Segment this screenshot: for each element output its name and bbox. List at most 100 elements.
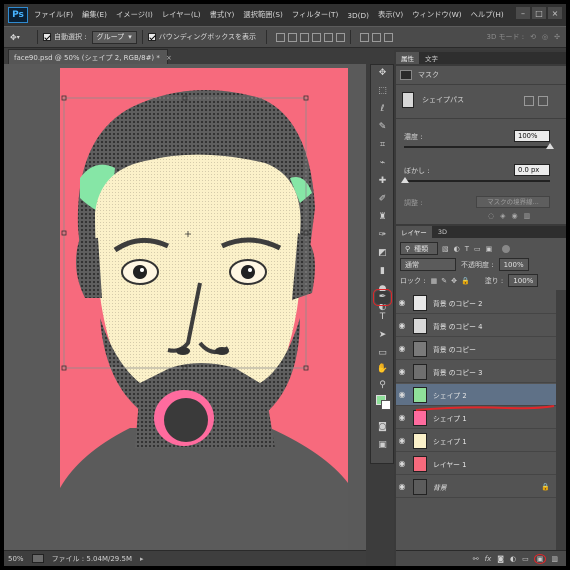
document-canvas[interactable] xyxy=(60,68,348,552)
select-pixel-mask-icon[interactable] xyxy=(524,96,534,106)
crop-icon[interactable]: ⌗ xyxy=(375,139,390,152)
align-right-icon[interactable] xyxy=(336,32,346,42)
layer-row[interactable]: ◉ 背景 のコピー xyxy=(396,338,556,360)
tab-character[interactable]: 文字 xyxy=(420,52,443,64)
clone-stamp-icon[interactable]: ♜ xyxy=(375,211,390,224)
lock-position-icon[interactable]: ✥ xyxy=(451,277,457,285)
menu-window[interactable]: ウィンドウ(W) xyxy=(412,10,461,20)
eraser-icon[interactable]: ◩ xyxy=(375,247,390,260)
path-select-icon[interactable]: ➤ xyxy=(375,329,390,342)
eye-icon[interactable]: ◉ xyxy=(396,367,408,376)
tool-preset-picker[interactable]: ✥ ▾ xyxy=(10,30,32,44)
feather-input[interactable]: 0.0 px xyxy=(514,164,550,176)
lock-transparent-icon[interactable]: ▦ xyxy=(431,277,438,285)
filter-adjust-icon[interactable]: ◐ xyxy=(454,245,460,253)
load-selection-icon[interactable]: ◌ xyxy=(488,212,494,220)
filter-pixel-icon[interactable]: ▧ xyxy=(442,245,449,253)
opacity-input[interactable]: 100% xyxy=(498,258,529,271)
zoom-level[interactable]: 50% xyxy=(8,555,24,563)
align-middle-icon[interactable] xyxy=(288,32,298,42)
filter-type-icon[interactable]: T xyxy=(465,245,469,253)
layer-row[interactable]: ◉ 背景 のコピー 3 xyxy=(396,361,556,383)
folder-icon[interactable]: ▭ xyxy=(522,555,529,563)
delete-mask-icon[interactable]: ▥ xyxy=(524,212,531,220)
healing-brush-icon[interactable]: ✚ xyxy=(375,175,390,188)
menu-layer[interactable]: レイヤー(L) xyxy=(162,10,201,20)
auto-select-checkbox[interactable] xyxy=(43,33,51,41)
density-slider[interactable] xyxy=(404,146,550,148)
lock-image-icon[interactable]: ✎ xyxy=(441,277,447,285)
lasso-icon[interactable]: ℓ xyxy=(375,103,390,116)
eye-icon[interactable]: ◉ xyxy=(396,459,408,468)
menu-help[interactable]: ヘルプ(H) xyxy=(471,10,504,20)
brush-icon[interactable]: ✐ xyxy=(375,193,390,206)
fx-icon[interactable]: fx xyxy=(485,555,492,563)
layer-filter-dropdown[interactable]: ⚲ 種類 xyxy=(400,242,438,255)
mask-icon[interactable]: ◙ xyxy=(497,555,504,563)
menu-view[interactable]: 表示(V) xyxy=(378,10,403,20)
close-tab-icon[interactable]: × xyxy=(166,54,172,62)
filter-toggle[interactable] xyxy=(502,244,511,253)
layer-row[interactable]: ◉ シェイプ 1 xyxy=(396,430,556,452)
canvas-area[interactable] xyxy=(4,64,366,552)
pan-3d-icon[interactable]: ✣ xyxy=(554,33,560,41)
menu-filter[interactable]: フィルター(T) xyxy=(292,10,339,20)
density-input[interactable]: 100% xyxy=(514,130,550,142)
menu-type[interactable]: 書式(Y) xyxy=(210,10,235,20)
align-bottom-icon[interactable] xyxy=(300,32,310,42)
menu-select[interactable]: 選択範囲(S) xyxy=(243,10,283,20)
align-top-icon[interactable] xyxy=(276,32,286,42)
layer-scrollbar[interactable] xyxy=(556,290,566,562)
status-arrow-icon[interactable]: ▸ xyxy=(140,555,144,563)
shape-icon[interactable]: ▭ xyxy=(375,347,390,360)
feather-slider[interactable] xyxy=(404,180,550,182)
close-button[interactable]: × xyxy=(548,7,562,19)
toggle-mask-icon[interactable]: ◉ xyxy=(512,212,518,220)
menu-3d[interactable]: 3D(D) xyxy=(347,11,369,20)
gradient-icon[interactable]: ▮ xyxy=(375,265,390,278)
eye-icon[interactable]: ◉ xyxy=(396,482,408,491)
rotate-3d-icon[interactable]: ⟲ xyxy=(530,33,536,41)
filter-smart-icon[interactable]: ▣ xyxy=(486,245,493,253)
tab-properties[interactable]: 属性 xyxy=(396,52,419,64)
tab-3d[interactable]: 3D xyxy=(432,227,452,237)
document-tab[interactable]: face90.psd @ 50% (シェイプ 2, RGB/8#) * × xyxy=(8,49,172,64)
move-icon[interactable]: ✥ xyxy=(375,67,390,80)
type-icon[interactable]: T xyxy=(375,311,390,324)
eye-icon[interactable]: ◉ xyxy=(396,344,408,353)
auto-select-dropdown[interactable]: グループ ▾ xyxy=(91,30,137,44)
eye-icon[interactable]: ◉ xyxy=(396,436,408,445)
bbox-checkbox[interactable] xyxy=(147,33,156,41)
eye-icon[interactable]: ◉ xyxy=(396,298,408,307)
marquee-icon[interactable]: ⬚ xyxy=(375,85,390,98)
history-brush-icon[interactable]: ✑ xyxy=(375,229,390,242)
hand-icon[interactable]: ✋ xyxy=(375,363,390,376)
quick-select-icon[interactable]: ✎ xyxy=(375,121,390,134)
layer-row[interactable]: ◉ 背景 のコピー 4 xyxy=(396,315,556,337)
background-color-swatch[interactable] xyxy=(381,400,391,410)
new-layer-icon[interactable]: ▣ xyxy=(533,553,547,564)
align-left-icon[interactable] xyxy=(312,32,322,42)
lock-all-icon[interactable]: 🔒 xyxy=(461,277,470,285)
quick-mask-icon[interactable]: ◙ xyxy=(375,421,390,434)
roll-3d-icon[interactable]: ◎ xyxy=(542,33,548,41)
layer-row[interactable]: ◉ 背景 のコピー 2 xyxy=(396,292,556,314)
distribute-middle-icon[interactable] xyxy=(372,32,382,42)
status-menu-button[interactable] xyxy=(31,554,44,563)
select-vector-mask-icon[interactable] xyxy=(538,96,548,106)
fill-input[interactable]: 100% xyxy=(508,274,539,287)
feather-slider-handle[interactable] xyxy=(401,177,409,183)
menu-file[interactable]: ファイル(F) xyxy=(34,10,73,20)
maximize-button[interactable]: □ xyxy=(532,7,546,19)
mask-edge-button[interactable]: マスクの境界線... xyxy=(476,196,550,208)
menu-edit[interactable]: 編集(E) xyxy=(82,10,107,20)
screen-mode-icon[interactable]: ▣ xyxy=(375,439,390,452)
eye-icon[interactable]: ◉ xyxy=(396,321,408,330)
layer-row[interactable]: ◉ 背景 🔒 xyxy=(396,476,556,498)
blend-mode-dropdown[interactable]: 通常 xyxy=(400,258,456,271)
link-icon[interactable]: ⚯ xyxy=(473,555,479,563)
trash-icon[interactable]: ▥ xyxy=(551,555,558,563)
align-center-icon[interactable] xyxy=(324,32,334,42)
minimize-button[interactable]: – xyxy=(516,7,530,19)
layer-row[interactable]: ◉ レイヤー 1 xyxy=(396,453,556,475)
